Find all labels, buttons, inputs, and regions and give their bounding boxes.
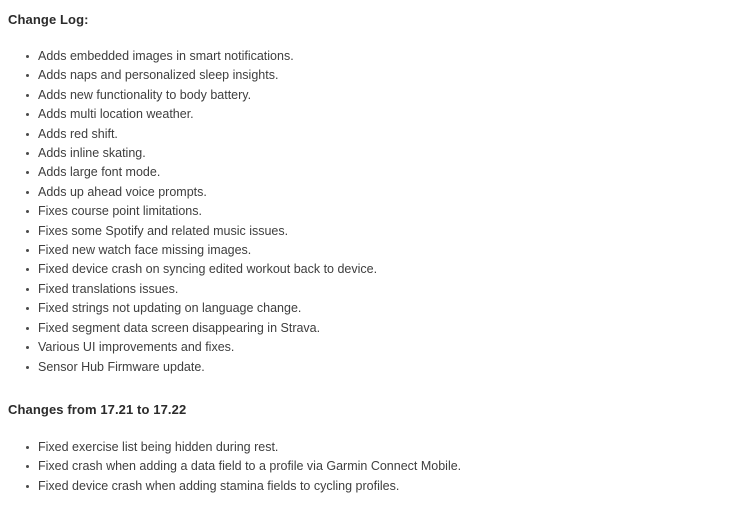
list-item-label: Fixed segment data screen disappearing i… [38,320,321,335]
list-item-label: Adds inline skating. [38,146,146,161]
bullet-icon [26,74,29,78]
list-item-label: Fixed exercise list being hidden during … [38,439,279,454]
bullet-icon [26,113,29,117]
bullet-icon [26,307,29,311]
page-title: Change Log: [8,12,89,27]
list-item: Various UI improvements and fixes. [8,338,738,357]
change-log-list-2: Fixed exercise list being hidden during … [8,417,738,496]
list-item-label: Fixes course point limitations. [38,204,202,219]
change-log-page: Change Log: Adds embedded images in smar… [0,0,738,510]
list-item: Fixed new watch face missing images. [8,241,738,260]
bullet-icon [26,287,29,291]
list-item: Adds red shift. [8,125,738,144]
bullet-icon [26,210,29,214]
list-item-label: Adds large font mode. [38,165,161,180]
list-item: Fixed translations issues. [8,280,738,299]
list-item: Fixed exercise list being hidden during … [8,438,738,457]
list-item: Fixed device crash on syncing edited wor… [8,260,738,279]
list-item: Fixed strings not updating on language c… [8,299,738,318]
bullet-icon [26,93,29,97]
list-item-label: Sensor Hub Firmware update. [38,359,205,374]
list-item: Adds up ahead voice prompts. [8,183,738,202]
bullet-icon [26,346,29,350]
section-2: Changes from 17.21 to 17.22 [8,377,738,417]
list-item-label: Fixed strings not updating on language c… [38,301,302,316]
bullet-icon [26,445,29,449]
list-item: Fixed device crash when adding stamina f… [8,477,738,496]
bullet-icon [26,171,29,175]
list-item: Adds naps and personalized sleep insight… [8,66,738,85]
list-item: Sensor Hub Firmware update. [8,358,738,377]
list-item-label: Adds new functionality to body battery. [38,87,252,102]
list-item-label: Adds naps and personalized sleep insight… [38,68,279,83]
bullet-icon [26,249,29,253]
bullet-icon [26,229,29,233]
list-item-label: Adds multi location weather. [38,107,194,122]
list-item: Fixes course point limitations. [8,202,738,221]
list-item-label: Fixed device crash when adding stamina f… [38,478,400,493]
list-item-label: Fixed device crash on syncing edited wor… [38,262,378,277]
bullet-icon [26,190,29,194]
list-item: Adds inline skating. [8,144,738,163]
list-item-label: Fixed translations issues. [38,281,179,296]
bullet-icon [26,484,29,488]
bullet-icon [26,365,29,369]
bullet-icon [26,326,29,330]
document-body: Change Log: Adds embedded images in smar… [8,0,738,496]
list-item: Adds new functionality to body battery. [8,86,738,105]
bullet-icon [26,268,29,272]
bullet-icon [26,55,29,58]
list-item: Fixes some Spotify and related music iss… [8,222,738,241]
list-item-label: Fixed crash when adding a data field to … [38,459,462,474]
bullet-icon [26,152,29,156]
list-item: Adds multi location weather. [8,105,738,124]
section-1: Change Log: [8,0,738,27]
list-item-label: Fixed new watch face missing images. [38,243,252,258]
list-item: Fixed crash when adding a data field to … [8,457,738,476]
list-item-label: Fixes some Spotify and related music iss… [38,223,289,238]
list-item: Adds embedded images in smart notificati… [8,47,738,66]
bullet-icon [26,465,29,469]
list-item-label: Adds red shift. [38,126,118,141]
change-log-list-1: Adds embedded images in smart notificati… [8,27,738,377]
bullet-icon [26,132,29,136]
list-item: Adds large font mode. [8,163,738,182]
list-item-label: Adds up ahead voice prompts. [38,184,207,199]
section-heading-version: Changes from 17.21 to 17.22 [8,401,187,417]
list-item-label: Various UI improvements and fixes. [38,340,235,355]
list-item-label: Adds embedded images in smart notificati… [38,49,294,63]
list-item: Fixed segment data screen disappearing i… [8,319,738,338]
